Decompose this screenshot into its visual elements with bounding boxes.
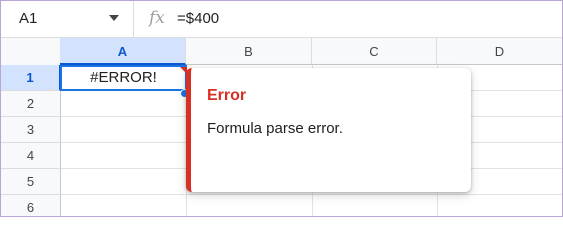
formula-bar: A1 fx =$400	[1, 1, 562, 37]
name-box-value: A1	[19, 10, 38, 27]
cell-d6[interactable]	[438, 195, 562, 216]
tooltip-message: Formula parse error.	[207, 120, 343, 137]
row-header-1[interactable]: 1	[1, 65, 61, 91]
cell-a4[interactable]	[61, 143, 187, 169]
column-header-a[interactable]: A	[60, 37, 186, 65]
cell-a5[interactable]	[61, 169, 187, 195]
row-header-5[interactable]: 5	[1, 169, 61, 195]
fx-icon: fx	[149, 8, 165, 28]
cell-a3[interactable]	[61, 117, 187, 143]
cell-a1[interactable]: #ERROR!	[60, 65, 187, 91]
column-header-d[interactable]: D	[437, 37, 562, 65]
column-header-b[interactable]: B	[186, 37, 312, 65]
cell-a2[interactable]	[61, 91, 187, 117]
tooltip-title: Error	[207, 87, 247, 104]
cell-b6[interactable]	[187, 195, 313, 216]
chevron-down-icon[interactable]	[109, 15, 119, 21]
select-all-corner[interactable]	[1, 37, 61, 67]
cell-a6[interactable]	[61, 195, 187, 216]
row-header-2[interactable]: 2	[1, 91, 61, 117]
row-header-3[interactable]: 3	[1, 117, 61, 143]
column-header-c[interactable]: C	[312, 37, 437, 65]
cell-c6[interactable]	[313, 195, 438, 216]
error-tooltip: Error Formula parse error.	[186, 68, 471, 192]
formula-input[interactable]: =$400	[177, 10, 557, 30]
spreadsheet-window: A1 fx =$400 A B C D 1 2 3 4 5 6 #ERROR!	[0, 0, 563, 217]
row-header-6[interactable]: 6	[1, 195, 61, 216]
name-box[interactable]: A1	[1, 1, 134, 37]
row-header-4[interactable]: 4	[1, 143, 61, 169]
